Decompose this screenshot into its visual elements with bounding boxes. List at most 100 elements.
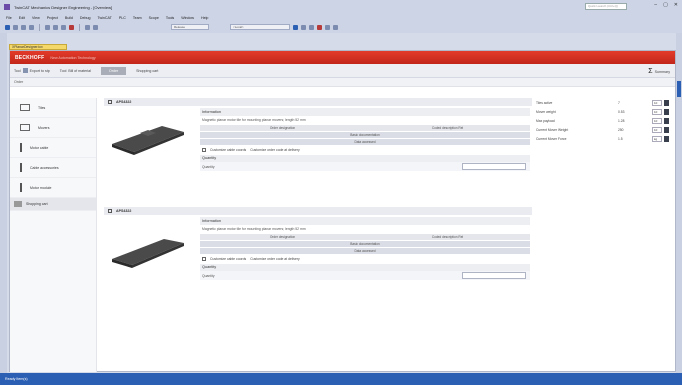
part-info: Information Magnetic planar motor tile f… <box>200 108 530 171</box>
menu-help[interactable]: Help <box>201 16 208 20</box>
customize-cable-checkbox[interactable] <box>202 257 206 261</box>
save-icon[interactable] <box>21 24 26 30</box>
documentation-row[interactable]: Basic documentation <box>200 131 530 138</box>
shopping-cart-button[interactable]: Shopping cart <box>136 69 158 73</box>
menu-debug[interactable]: Debug <box>80 16 91 20</box>
summary-label: Summary <box>654 69 670 74</box>
order-button[interactable]: Order <box>100 66 127 75</box>
menu-window[interactable]: Window <box>181 16 194 20</box>
menu-file[interactable]: File <box>6 16 12 20</box>
menu-team[interactable]: Team <box>133 16 142 20</box>
new-project-icon[interactable] <box>5 24 10 30</box>
property-label: Current Mover Force <box>536 136 567 141</box>
config-mode-icon[interactable] <box>309 24 314 30</box>
spinner-icon[interactable] <box>664 117 669 124</box>
export-icon <box>22 68 28 73</box>
spinner-icon[interactable] <box>664 135 669 142</box>
close-button[interactable]: ✕ <box>674 2 678 8</box>
documentation-row[interactable]: Basic documentation <box>200 240 530 247</box>
main-toolbar: Release <Local> <box>0 21 682 33</box>
window-title-bar: TwinCAT Mechanics Designer Engineering -… <box>0 0 682 14</box>
nav-item-motor-module[interactable]: Motor module <box>10 178 96 198</box>
property-row: Mover weight 0.53 10 <box>532 107 676 116</box>
menu-tools[interactable]: Tools <box>166 16 174 20</box>
property-input[interactable]: 10 <box>652 99 662 106</box>
designation-row: Order designation Coded description Rel <box>200 124 530 131</box>
nav-item-label: Movers <box>38 125 50 130</box>
spinner-icon[interactable] <box>664 108 669 115</box>
order-part-1: APS4322 Information Magnetic planar moto… <box>104 98 532 171</box>
property-row: Tiles active 7 10 <box>532 98 676 107</box>
options-row: Customize cable coords Customize order c… <box>200 254 530 264</box>
customize-cable-checkbox[interactable] <box>202 148 206 152</box>
data-row[interactable]: Data accessed <box>200 138 530 145</box>
quantity-row: Quantity <box>200 271 530 280</box>
order-part-2: APS4322 Information Magnetic planar moto… <box>104 207 532 280</box>
tool-button[interactable]: Tool Export to stp <box>14 68 50 73</box>
information-description: Magnetic planar motor tile for mounting … <box>202 227 306 231</box>
open-icon[interactable] <box>13 24 18 30</box>
menu-scope[interactable]: Scope <box>149 16 159 20</box>
nav-item-motor-cable[interactable]: Motor cable <box>10 138 96 158</box>
tile-icon <box>20 104 30 111</box>
data-row[interactable]: Data accessed <box>200 247 530 254</box>
part-header[interactable]: APS4322 <box>104 207 532 215</box>
designer-toolbar: Tool Export to stp Tool Bill of material… <box>10 64 675 78</box>
quantity-input[interactable] <box>462 272 526 279</box>
property-input[interactable]: 10 <box>652 126 662 133</box>
options-row: Customize cable coords Customize order c… <box>200 145 530 155</box>
property-input[interactable]: 10 <box>652 108 662 115</box>
option-label: Customize cable coords <box>210 148 247 152</box>
logout-icon[interactable] <box>333 24 338 30</box>
menu-view[interactable]: View <box>32 16 40 20</box>
menu-twincat[interactable]: TwinCAT <box>98 16 112 20</box>
part-id: APS4322 <box>116 100 132 104</box>
menu-build[interactable]: Build <box>65 16 73 20</box>
quick-launch-input[interactable]: Quick Launch (Ctrl+Q) <box>585 3 627 10</box>
toolbar-separator <box>79 23 80 31</box>
menu-project[interactable]: Project <box>47 16 58 20</box>
collapse-icon[interactable] <box>108 100 112 104</box>
cut-icon[interactable] <box>45 24 50 30</box>
property-input[interactable]: kg <box>652 135 662 142</box>
menu-plc[interactable]: PLC <box>119 16 126 20</box>
restart-icon[interactable] <box>301 24 306 30</box>
copy-icon[interactable] <box>53 24 58 30</box>
nav-item-movers[interactable]: Movers <box>10 118 96 138</box>
summary-button[interactable]: Σ Summary <box>648 68 670 75</box>
bill-of-material-button[interactable]: Tool Bill of material <box>60 69 91 73</box>
activate-configuration-icon[interactable] <box>293 24 298 30</box>
solution-explorer-tab[interactable] <box>677 81 681 97</box>
planar-tile-image <box>112 126 184 155</box>
collapse-icon[interactable] <box>108 209 112 213</box>
login-icon[interactable] <box>325 24 330 30</box>
part-id: APS4322 <box>116 209 132 213</box>
part-info: Information Magnetic planar motor tile f… <box>200 217 530 280</box>
redo-icon[interactable] <box>93 24 98 30</box>
part-header[interactable]: APS4322 <box>104 98 532 106</box>
maximize-button[interactable]: ▢ <box>663 2 668 8</box>
property-input[interactable]: 10 <box>652 117 662 124</box>
minimize-button[interactable]: – <box>654 2 657 8</box>
stop-icon[interactable] <box>317 24 322 30</box>
save-all-icon[interactable] <box>29 24 34 30</box>
menu-edit[interactable]: Edit <box>19 16 25 20</box>
property-label: Max payload <box>536 118 555 123</box>
nav-item-shopping-cart[interactable]: Shopping cart <box>10 198 96 211</box>
visual-studio-icon <box>4 4 10 10</box>
quantity-input[interactable] <box>462 163 526 170</box>
paste-icon[interactable] <box>61 24 66 30</box>
delete-icon[interactable] <box>69 24 74 30</box>
nav-item-cable-accessories[interactable]: Cable accessories <box>10 158 96 178</box>
undo-icon[interactable] <box>85 24 90 30</box>
property-label: Tiles active <box>536 100 553 105</box>
configuration-combo[interactable]: Release <box>171 24 209 30</box>
nav-item-tiles[interactable]: Tiles <box>10 98 96 118</box>
nav-item-label: Cable accessories <box>30 165 59 170</box>
target-system-combo[interactable]: <Local> <box>230 24 290 30</box>
property-row: Max payload 1.28 10 <box>532 116 676 125</box>
spinner-icon[interactable] <box>664 126 669 133</box>
quantity-title: Quantity <box>200 264 530 271</box>
spinner-icon[interactable] <box>664 99 669 106</box>
information-title: Information <box>200 217 530 225</box>
